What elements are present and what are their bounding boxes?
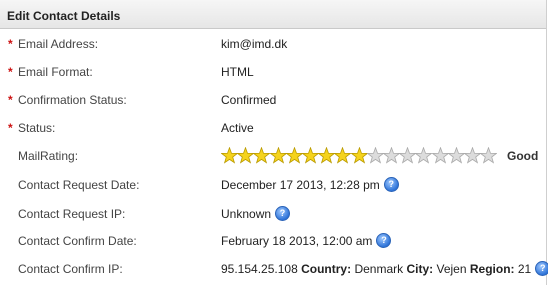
contact-confirm-ip-row: Contact Confirm IP: 95.154.25.108 Countr… — [0, 255, 548, 283]
edit-contact-panel: Edit Contact Details * Email Address: ki… — [0, 0, 548, 285]
confirmation-status-label: Confirmation Status: — [18, 93, 127, 107]
region-label: Region: — [469, 262, 515, 276]
city-value: Vejen — [436, 262, 467, 276]
required-marker: * — [8, 93, 13, 107]
star-empty-icon — [447, 147, 465, 164]
contact-request-date-label: Contact Request Date: — [18, 178, 140, 192]
contact-confirm-date-text: February 18 2013, 12:00 am — [221, 234, 373, 248]
contact-request-date-row: Contact Request Date: December 17 2013, … — [0, 171, 546, 199]
email-format-value[interactable]: HTML — [221, 58, 254, 86]
star-filled-icon — [237, 147, 255, 164]
email-address-value[interactable]: kim@imd.dk — [221, 30, 287, 58]
country-label: Country: — [301, 262, 352, 276]
star-empty-icon — [366, 147, 384, 164]
required-marker: * — [8, 121, 13, 135]
email-format-label: Email Format: — [18, 65, 93, 79]
email-format-row: * Email Format: HTML — [0, 58, 546, 86]
contact-request-ip-text: Unknown — [221, 207, 272, 221]
contact-request-ip-value: Unknown? — [221, 200, 291, 228]
country-value: Denmark — [354, 262, 404, 276]
help-icon[interactable]: ? — [383, 177, 399, 192]
star-empty-icon — [399, 147, 417, 164]
star-empty-icon — [464, 147, 481, 164]
contact-request-ip-label: Contact Request IP: — [18, 207, 126, 221]
contact-confirm-ip-label: Contact Confirm IP: — [18, 262, 123, 276]
city-label: City: — [406, 262, 434, 276]
help-icon[interactable]: ? — [275, 206, 291, 221]
star-filled-icon — [269, 147, 287, 164]
region-value: 21 — [517, 262, 532, 276]
contact-confirm-date-row: Contact Confirm Date: February 18 2013, … — [0, 227, 546, 255]
contact-confirm-date-value: February 18 2013, 12:00 am? — [221, 227, 392, 255]
mailrating-label: MailRating: — [18, 149, 79, 163]
email-address-row: * Email Address: kim@imd.dk — [0, 30, 546, 58]
required-marker: * — [8, 65, 13, 79]
confirm-ip-address: 95.154.25.108 — [221, 262, 298, 276]
email-address-label: Email Address: — [18, 37, 99, 51]
status-value[interactable]: Active — [221, 114, 254, 142]
contact-request-ip-row: Contact Request IP: Unknown? — [0, 200, 546, 228]
star-filled-icon — [253, 147, 271, 164]
help-icon[interactable]: ? — [535, 261, 548, 276]
confirmation-status-value[interactable]: Confirmed — [221, 86, 276, 114]
required-marker: * — [8, 37, 13, 51]
star-empty-icon — [415, 147, 433, 164]
star-empty-icon — [431, 147, 449, 164]
star-filled-icon — [285, 147, 303, 164]
mailrating-word: Good — [507, 149, 539, 163]
contact-request-date-text: December 17 2013, 12:28 pm — [221, 178, 380, 192]
confirmation-status-row: * Confirmation Status: Confirmed — [0, 86, 546, 114]
star-filled-icon — [221, 147, 238, 164]
star-filled-icon — [334, 147, 352, 164]
contact-request-date-value: December 17 2013, 12:28 pm? — [221, 171, 399, 199]
panel-title: Edit Contact Details — [0, 0, 546, 29]
star-empty-icon — [383, 147, 400, 164]
star-filled-icon — [350, 147, 368, 164]
contact-confirm-ip-value: 95.154.25.108 Country: Denmark City: Vej… — [221, 255, 548, 283]
contact-confirm-date-label: Contact Confirm Date: — [18, 234, 137, 248]
help-icon[interactable]: ? — [376, 233, 392, 248]
star-filled-icon — [318, 147, 336, 164]
status-label: Status: — [18, 121, 56, 135]
mailrating-row: MailRating: Good — [0, 142, 546, 170]
star-empty-icon — [480, 147, 498, 164]
status-row: * Status: Active — [0, 114, 546, 142]
star-filled-icon — [302, 147, 319, 164]
